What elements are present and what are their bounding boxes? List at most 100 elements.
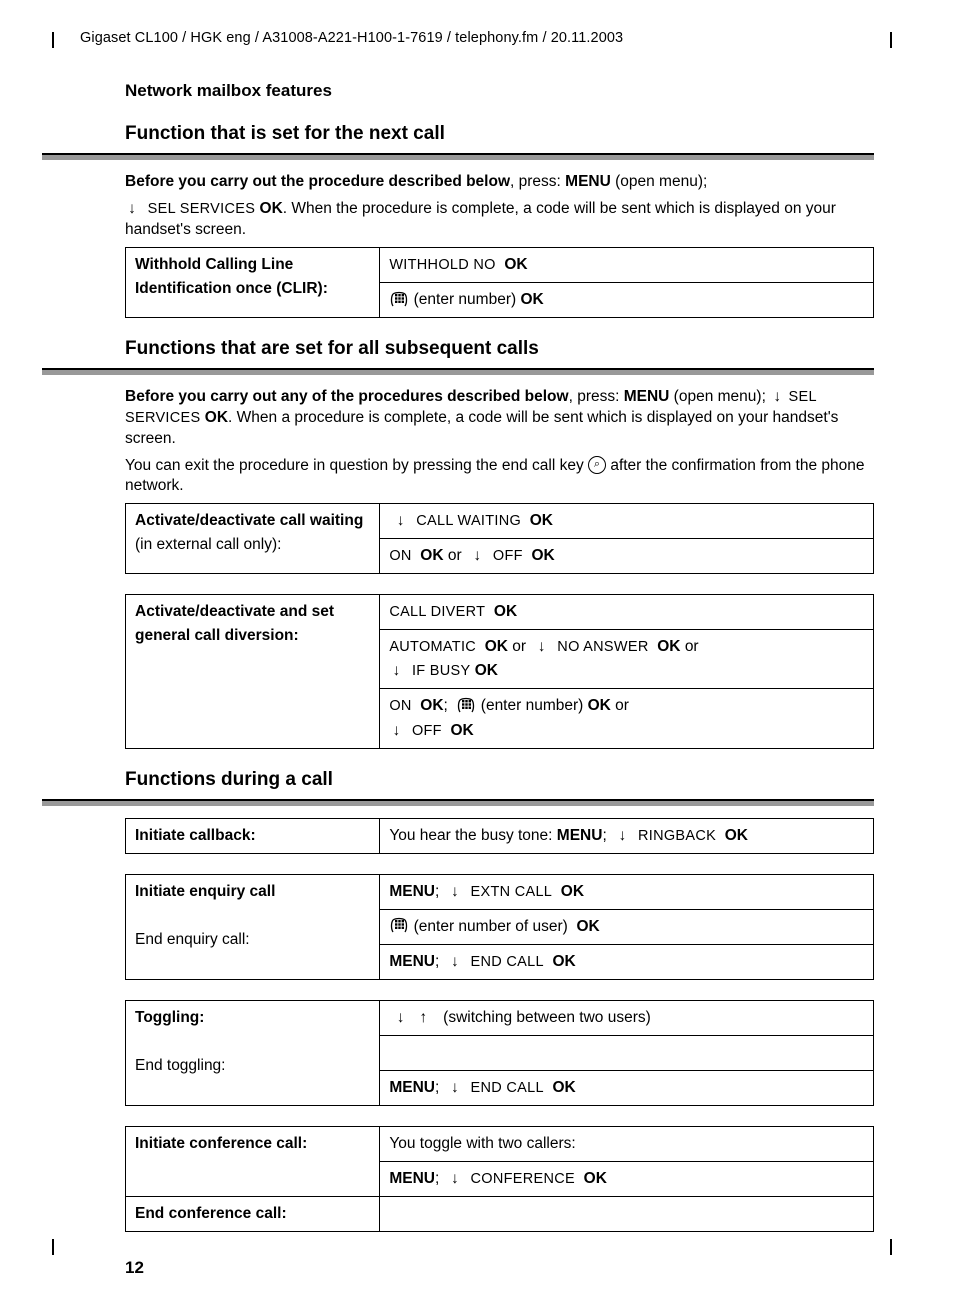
section-heading: Function that is set for the next call	[125, 123, 874, 145]
enquiry-label-cell: Initiate enquiry call End enquiry call:	[126, 874, 380, 979]
menu-label: MENU	[557, 827, 603, 844]
document-page: Gigaset CL100 / HGK eng / A31008-A221-H1…	[0, 0, 954, 1307]
text: . When a procedure is complete, a code w…	[125, 409, 838, 447]
clir-step-2: (enter number) OK	[380, 282, 874, 317]
end-call-option: END CALL	[471, 1080, 544, 1096]
exit-paragraph: You can exit the procedure in question b…	[125, 456, 874, 498]
page-number: 12	[125, 1258, 874, 1278]
text: (open menu);	[611, 173, 708, 190]
keypad-icon	[389, 917, 409, 933]
enquiry-step-1: MENU; ↓ EXTN CALL OK	[380, 874, 874, 909]
heading-rule	[42, 799, 874, 806]
ok-label: OK	[494, 603, 517, 620]
enquiry-table: Initiate enquiry call End enquiry call: …	[125, 874, 874, 980]
enter-number-label: (enter number of user)	[414, 918, 568, 935]
call-waiting-table: Activate/deactivate call waiting (in ext…	[125, 503, 874, 574]
ok-label: OK	[530, 512, 553, 529]
down-arrow-icon: ↓	[125, 199, 139, 220]
ok-label: OK	[561, 883, 584, 900]
sel-services-label: SEL SERVICES	[148, 201, 256, 217]
ok-label: OK	[588, 697, 611, 714]
off-option: OFF	[493, 548, 523, 564]
down-arrow-icon: ↓	[389, 659, 403, 683]
text: You hear the busy tone:	[389, 827, 556, 844]
call-divert-label-cell: Activate/deactivate and set general call…	[126, 595, 380, 748]
call-divert-step-1: CALL DIVERT OK	[380, 595, 874, 630]
keypad-icon	[389, 291, 409, 307]
heading-rule	[42, 368, 874, 375]
section-heading: Functions that are set for all subsequen…	[125, 338, 874, 360]
text: (switching between two users)	[443, 1009, 651, 1026]
text: You can exit the procedure in question b…	[125, 457, 588, 474]
down-arrow-icon: ↓	[389, 719, 403, 743]
menu-label: MENU	[389, 883, 435, 900]
header-path: Gigaset CL100 / HGK eng / A31008-A221-H1…	[80, 30, 874, 46]
ok-label: OK	[420, 697, 443, 714]
ok-label: OK	[450, 722, 473, 739]
label: Initiate callback:	[135, 827, 256, 844]
label-2: End enquiry call:	[135, 931, 250, 948]
crop-mark	[890, 1239, 892, 1255]
enquiry-step-2: (enter number of user) OK	[380, 909, 874, 944]
or-text: or	[685, 638, 699, 655]
crop-mark	[52, 1239, 54, 1255]
down-arrow-icon: ↓	[448, 880, 462, 904]
ok-label: OK	[576, 918, 599, 935]
label-suffix: (in external call only):	[135, 536, 281, 553]
toggling-label-cell: Toggling: End toggling:	[126, 1000, 380, 1105]
callback-step: You hear the busy tone: MENU; ↓ RINGBACK…	[380, 818, 874, 853]
text: , press:	[510, 173, 565, 190]
call-divert-table: Activate/deactivate and set general call…	[125, 594, 874, 748]
on-option: ON	[389, 698, 411, 714]
toggling-table: Toggling: End toggling: ↓ ↑ (switching b…	[125, 1000, 874, 1106]
keypad-icon	[456, 697, 476, 713]
conference-table: Initiate conference call:You toggle with…	[125, 1126, 874, 1232]
ok-label: OK	[552, 1079, 575, 1096]
label: Activate/deactivate and set general call…	[135, 603, 334, 644]
label: Initiate enquiry call	[135, 883, 275, 900]
label: Toggling:	[135, 1009, 204, 1026]
menu-label: MENU	[389, 953, 435, 970]
crop-mark	[52, 32, 54, 48]
intro-bold: Before you carry out the procedure descr…	[125, 173, 510, 190]
or-text: or	[512, 638, 526, 655]
intro-bold: Before you carry out any of the procedur…	[125, 388, 569, 405]
or-text: or	[615, 697, 629, 714]
intro-paragraph-2: ↓ SEL SERVICES OK. When the procedure is…	[125, 199, 874, 241]
menu-label: MENU	[624, 388, 670, 405]
clir-label: Withhold Calling Line Identification onc…	[135, 256, 328, 297]
intro-paragraph: Before you carry out the procedure descr…	[125, 172, 874, 193]
label: Activate/deactivate call waiting	[135, 512, 363, 529]
ok-label: OK	[504, 256, 527, 273]
withhold-no-label: WITHHOLD NO	[389, 257, 495, 273]
ok-label: OK	[520, 291, 543, 308]
ok-label: OK	[260, 200, 283, 217]
call-waiting-option: CALL WAITING	[416, 513, 521, 529]
or-text: or	[448, 547, 462, 564]
heading-rule	[42, 153, 874, 160]
down-arrow-icon: ↓	[394, 1006, 408, 1030]
ok-label: OK	[725, 827, 748, 844]
down-arrow-icon: ↓	[448, 1076, 462, 1100]
clir-label-cell: Withhold Calling Line Identification onc…	[126, 247, 380, 317]
ok-label: OK	[552, 953, 575, 970]
no-answer-option: NO ANSWER	[557, 639, 648, 655]
down-arrow-icon: ↓	[470, 544, 484, 568]
end-call-option: END CALL	[471, 954, 544, 970]
down-arrow-icon: ↓	[535, 635, 549, 659]
extn-call-option: EXTN CALL	[471, 884, 553, 900]
menu-label: MENU	[565, 173, 611, 190]
toggling-step-3: MENU; ↓ END CALL OK	[380, 1070, 874, 1105]
automatic-option: AUTOMATIC	[389, 639, 476, 655]
call-waiting-step-1: ↓ CALL WAITING OK	[380, 504, 874, 539]
ok-label: OK	[485, 638, 508, 655]
call-divert-step-3: ON OK; (enter number) OK or ↓ OFF OK	[380, 689, 874, 748]
enter-number-label: (enter number)	[481, 697, 584, 714]
ok-label: OK	[205, 409, 228, 426]
enter-number-label: (enter number)	[414, 291, 517, 308]
call-divert-option: CALL DIVERT	[389, 604, 485, 620]
intro-paragraph: Before you carry out any of the procedur…	[125, 387, 874, 450]
call-divert-step-2: AUTOMATIC OK or ↓ NO ANSWER OK or ↓ IF B…	[380, 630, 874, 689]
clir-table: Withhold Calling Line Identification onc…	[125, 247, 874, 318]
toggling-step-1: ↓ ↑ (switching between two users)	[380, 1000, 874, 1035]
